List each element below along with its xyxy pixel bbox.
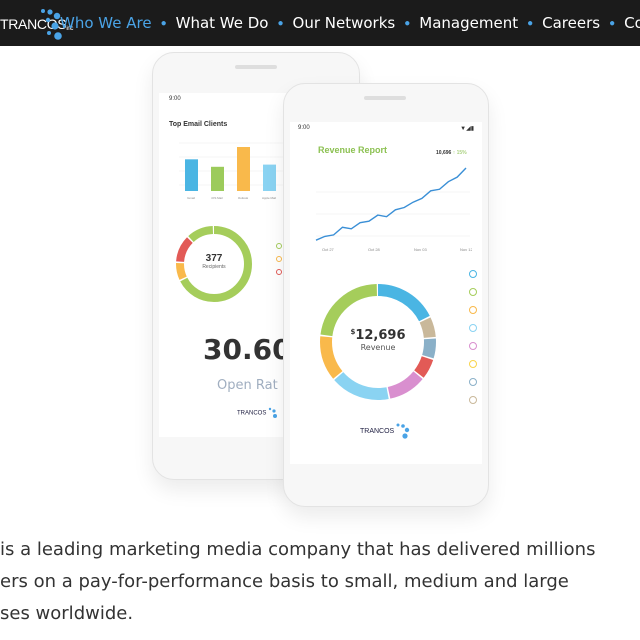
nav-item-who-we-are[interactable]: Who We Are [60, 14, 152, 32]
legend-marker [469, 378, 477, 386]
stat-change: ↑ 15% [452, 150, 467, 156]
report-title: Revenue Report [318, 145, 388, 155]
status-time: 9:00 [298, 125, 310, 131]
bar-label: Apple Mail [262, 196, 276, 200]
battery-icon: ▮ [470, 126, 474, 132]
report-stat: 10,696 ↑ 15% [436, 150, 467, 156]
bar-label: Gmail [187, 196, 195, 200]
legend-marker [276, 269, 282, 275]
front-footer-logo: TRANCOS [360, 422, 410, 440]
legend-marker [469, 396, 477, 404]
nav-item-our-networks[interactable]: Our Networks [293, 14, 396, 32]
phone-speaker [364, 96, 406, 100]
footer-logo-dots-icon [396, 423, 410, 439]
donut-value: 377 [205, 253, 223, 264]
stat-value: 10,696 [436, 150, 452, 156]
chart-title: Top Email Clients [169, 121, 228, 128]
donut-label: Recipients [202, 264, 226, 270]
donut-legend [276, 243, 282, 282]
legend-marker [469, 360, 477, 368]
x-tick-label: Oct 27 [322, 247, 335, 252]
legend-marker [276, 256, 282, 262]
nav-menu: Who We Are ● What We Do ● Our Networks ●… [60, 0, 640, 46]
email-clients-bar-chart: GmailiOS MailOutlookApple MailYahoo [179, 142, 285, 200]
revenue-line [315, 167, 467, 241]
front-phone-screen: 9:00 ▼◢▮ Revenue Report 10,696 ↑ 15% Oct… [290, 122, 482, 464]
x-tick-label: Oct 28 [368, 247, 381, 252]
footer-logo-dots-icon [268, 407, 278, 418]
nav-separator: ● [527, 17, 534, 29]
donut-center: 377 Recipients [173, 253, 255, 270]
legend-marker [469, 342, 477, 350]
intro-line: ers on a pay-for-performance basis to sm… [0, 571, 569, 592]
bar [263, 164, 276, 191]
bar [211, 166, 224, 191]
donut-label: Revenue [360, 343, 396, 352]
nav-item-contact[interactable]: Conta [624, 14, 640, 32]
phone-speaker [235, 65, 277, 69]
nav-item-careers[interactable]: Careers [542, 14, 600, 32]
nav-item-management[interactable]: Management [419, 14, 518, 32]
legend-marker [469, 324, 477, 332]
back-footer-logo: TRANCOS [237, 407, 278, 419]
status-icons: ▼◢▮ [460, 125, 474, 132]
footer-logo-text: TRANCOS [237, 410, 267, 417]
donut-value: $12,696 [350, 328, 406, 343]
x-tick-label: Nov 03 [414, 247, 427, 252]
footer-logo-text: TRANCOS [360, 427, 395, 435]
big-number: 30.60 [203, 333, 292, 366]
big-number-label: Open Rat [217, 378, 278, 393]
x-tick-label: Nov 12 [460, 247, 472, 252]
nav-item-what-we-do[interactable]: What We Do [176, 14, 269, 32]
bar-label: Outlook [238, 196, 249, 200]
donut-legend [469, 270, 477, 414]
intro-line: is a leading marketing media company tha… [0, 539, 596, 560]
legend-marker [469, 288, 477, 296]
status-time: 9:00 [169, 96, 181, 102]
bar-label: iOS Mail [211, 196, 223, 200]
revenue-line-chart: Oct 27 Oct 28 Nov 03 Nov 12 [315, 167, 472, 252]
intro-line: ses worldwide. [0, 603, 134, 624]
nav-separator: ● [277, 17, 284, 29]
nav-separator: ● [404, 17, 411, 29]
front-phone-mockup: 9:00 ▼◢▮ Revenue Report 10,696 ↑ 15% Oct… [283, 83, 489, 507]
bar [185, 159, 198, 191]
bar [237, 147, 250, 191]
legend-marker [469, 306, 477, 314]
legend-marker [469, 270, 477, 278]
top-nav: TRANCOSinc Who We Are ● What We Do ● Our… [0, 0, 640, 46]
donut-center: $12,696 Revenue [316, 328, 440, 352]
nav-separator: ● [609, 17, 616, 29]
legend-marker [276, 243, 282, 249]
nav-separator: ● [160, 17, 167, 29]
